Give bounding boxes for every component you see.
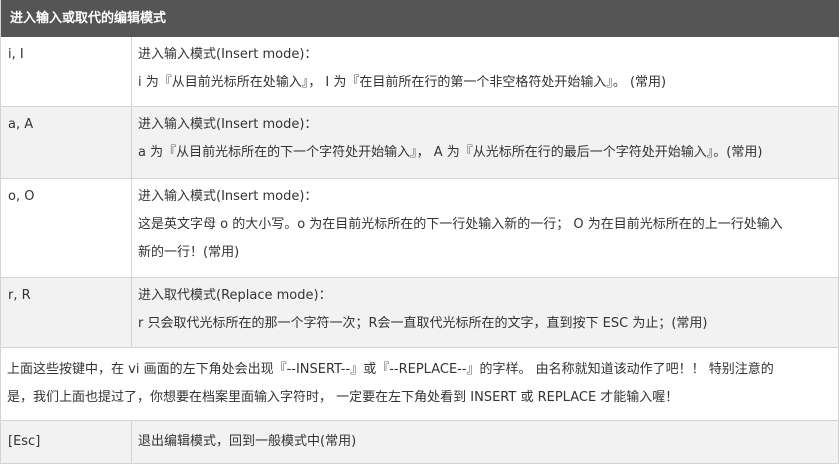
note-line: 是，我们上面也提过了，你想要在档案里面输入字符时， 一定要在左下角处看到 INS… (7, 390, 679, 405)
note-line: 上面这些按键中，在 vi 画面的左下角处会出现『--INSERT--』或『--R… (7, 362, 774, 377)
description-line: 这是英文字母 o 的大小写。o 为在目前光标所在的下一行处输入新的一行； O 为… (138, 217, 783, 232)
table-row: o, O 进入输入模式(Insert mode)： 这是英文字母 o 的大小写。… (0, 179, 839, 278)
row-description: 进入输入模式(Insert mode)： a 为『从目前光标所在的下一个字符处开… (132, 107, 838, 178)
description-line: 新的一行！(常用) (138, 245, 240, 260)
description-line: i 为『从目前光标所在处输入』， I 为『在目前所在行的第一个非空格符处开始输入… (138, 75, 667, 90)
vi-command-table: 进入输入或取代的编辑模式 i, I 进入输入模式(Insert mode)： i… (0, 0, 839, 464)
row-description: 退出编辑模式，回到一般模式中(常用) (132, 421, 838, 463)
row-key: [Esc] (1, 421, 132, 463)
row-description: 进入取代模式(Replace mode)： r 只会取代光标所在的那一个字符一次… (132, 278, 838, 347)
table-row: a, A 进入输入模式(Insert mode)： a 为『从目前光标所在的下一… (0, 107, 839, 179)
table-row: i, I 进入输入模式(Insert mode)： i 为『从目前光标所在处输入… (0, 37, 839, 107)
description-line: 进入输入模式(Insert mode)： (138, 189, 318, 204)
table-header: 进入输入或取代的编辑模式 (0, 0, 839, 37)
description-line: a 为『从目前光标所在的下一个字符处开始输入』， A 为『从光标所在行的最后一个… (138, 145, 763, 160)
row-description: 进入输入模式(Insert mode)： 这是英文字母 o 的大小写。o 为在目… (132, 179, 838, 277)
row-key: a, A (1, 107, 132, 178)
row-key: i, I (1, 37, 132, 106)
row-key: o, O (1, 179, 132, 277)
row-description: 进入输入模式(Insert mode)： i 为『从目前光标所在处输入』， I … (132, 37, 838, 106)
table-note-row: 上面这些按键中，在 vi 画面的左下角处会出现『--INSERT--』或『--R… (0, 348, 839, 421)
note-text: 上面这些按键中，在 vi 画面的左下角处会出现『--INSERT--』或『--R… (1, 348, 838, 420)
description-line: 进入输入模式(Insert mode)： (138, 117, 318, 132)
row-key: r, R (1, 278, 132, 347)
table-row: r, R 进入取代模式(Replace mode)： r 只会取代光标所在的那一… (0, 278, 839, 348)
table-row: [Esc] 退出编辑模式，回到一般模式中(常用) (0, 421, 839, 464)
description-line: 进入输入模式(Insert mode)： (138, 47, 318, 62)
description-line: 进入取代模式(Replace mode)： (138, 288, 332, 303)
description-line: 退出编辑模式，回到一般模式中(常用) (138, 434, 357, 449)
description-line: r 只会取代光标所在的那一个字符一次；R会一直取代光标所在的文字，直到按下 ES… (138, 316, 708, 331)
